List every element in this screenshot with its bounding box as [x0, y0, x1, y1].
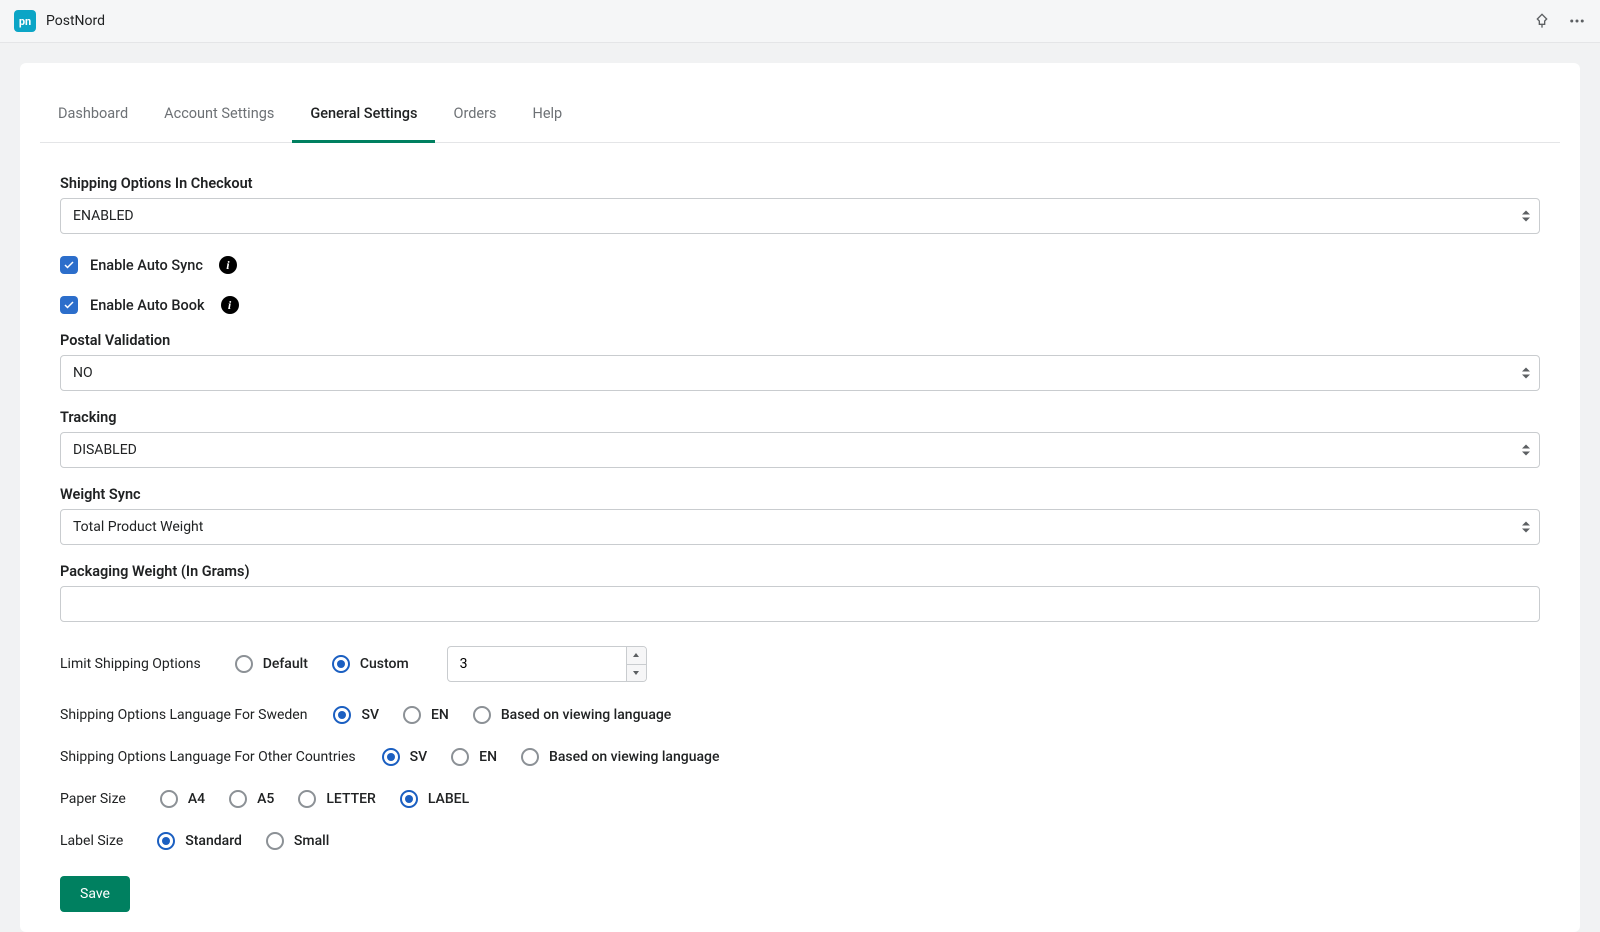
chevron-updown-icon [1522, 368, 1530, 379]
pin-icon[interactable] [1534, 13, 1550, 29]
info-icon[interactable]: i [221, 296, 239, 314]
postal-validation-label: Postal Validation [60, 332, 1540, 349]
auto-sync-label: Enable Auto Sync [90, 257, 203, 274]
more-icon[interactable] [1568, 12, 1586, 30]
chevron-updown-icon [1522, 445, 1530, 456]
tracking-label: Tracking [60, 409, 1540, 426]
shipping-options-select[interactable]: ENABLED [60, 198, 1540, 234]
weight-sync-label: Weight Sync [60, 486, 1540, 503]
limit-number-input[interactable] [447, 646, 647, 682]
lang-other-label: Shipping Options Language For Other Coun… [60, 749, 356, 765]
info-icon[interactable]: i [219, 256, 237, 274]
label-size-label: Label Size [60, 833, 123, 849]
label-standard-radio[interactable] [157, 832, 175, 850]
spinner-down[interactable] [627, 665, 646, 682]
lang-other-en-radio[interactable] [451, 748, 469, 766]
auto-book-row: Enable Auto Book i [60, 296, 1540, 314]
tab-bar: Dashboard Account Settings General Setti… [40, 63, 1560, 143]
tab-general-settings[interactable]: General Settings [292, 91, 435, 143]
lang-sweden-viewing-radio[interactable] [473, 706, 491, 724]
paper-letter-label: LETTER [326, 791, 376, 807]
app-title: PostNord [46, 13, 105, 29]
lang-sweden-sv-radio[interactable] [333, 706, 351, 724]
lang-sweden-label: Shipping Options Language For Sweden [60, 707, 307, 723]
label-small-radio[interactable] [266, 832, 284, 850]
form-area: Shipping Options In Checkout ENABLED Ena… [40, 143, 1560, 912]
tab-help[interactable]: Help [515, 91, 581, 143]
limit-shipping-label: Limit Shipping Options [60, 656, 201, 672]
auto-sync-row: Enable Auto Sync i [60, 256, 1540, 274]
lang-sweden-en-radio[interactable] [403, 706, 421, 724]
limit-custom-label: Custom [360, 656, 409, 672]
label-small-label: Small [294, 833, 329, 849]
tracking-select[interactable]: DISABLED [60, 432, 1540, 468]
label-size-row: Label Size Standard Small [60, 832, 1540, 850]
weight-sync-value: Total Product Weight [60, 509, 1540, 545]
lang-sweden-viewing-label: Based on viewing language [501, 707, 671, 723]
paper-label-radio[interactable] [400, 790, 418, 808]
shipping-options-value: ENABLED [60, 198, 1540, 234]
limit-default-radio[interactable] [235, 655, 253, 673]
title-bar-left: pn PostNord [14, 10, 105, 32]
lang-other-viewing-radio[interactable] [521, 748, 539, 766]
title-bar-actions [1534, 12, 1586, 30]
number-spinner [626, 647, 646, 681]
packaging-weight-input[interactable] [60, 586, 1540, 622]
title-bar: pn PostNord [0, 0, 1600, 43]
paper-a4-radio[interactable] [160, 790, 178, 808]
paper-a5-radio[interactable] [229, 790, 247, 808]
label-standard-label: Standard [185, 833, 242, 849]
tab-dashboard[interactable]: Dashboard [40, 91, 146, 143]
lang-other-sv-label: SV [410, 749, 428, 765]
limit-number-wrap [447, 646, 647, 682]
postal-validation-select[interactable]: NO [60, 355, 1540, 391]
limit-custom-radio[interactable] [332, 655, 350, 673]
lang-sweden-sv-label: SV [361, 707, 379, 723]
lang-sweden-en-label: EN [431, 707, 449, 723]
tab-orders[interactable]: Orders [435, 91, 514, 143]
spinner-up[interactable] [627, 647, 646, 665]
lang-other-en-label: EN [479, 749, 497, 765]
postal-validation-value: NO [60, 355, 1540, 391]
paper-a4-label: A4 [188, 791, 205, 807]
lang-sweden-row: Shipping Options Language For Sweden SV … [60, 706, 1540, 724]
chevron-updown-icon [1522, 522, 1530, 533]
lang-other-sv-radio[interactable] [382, 748, 400, 766]
auto-book-label: Enable Auto Book [90, 297, 205, 314]
tracking-value: DISABLED [60, 432, 1540, 468]
limit-shipping-row: Limit Shipping Options Default Custom [60, 646, 1540, 682]
limit-default-label: Default [263, 656, 308, 672]
paper-size-label: Paper Size [60, 791, 126, 807]
auto-sync-checkbox[interactable] [60, 256, 78, 274]
lang-other-viewing-label: Based on viewing language [549, 749, 719, 765]
paper-a5-label: A5 [257, 791, 274, 807]
shipping-options-label: Shipping Options In Checkout [60, 175, 1540, 192]
chevron-updown-icon [1522, 211, 1530, 222]
paper-size-row: Paper Size A4 A5 LETTER LABEL [60, 790, 1540, 808]
weight-sync-select[interactable]: Total Product Weight [60, 509, 1540, 545]
tab-account-settings[interactable]: Account Settings [146, 91, 292, 143]
packaging-weight-label: Packaging Weight (In Grams) [60, 563, 1540, 580]
save-button[interactable]: Save [60, 876, 130, 912]
lang-other-row: Shipping Options Language For Other Coun… [60, 748, 1540, 766]
app-icon: pn [14, 10, 36, 32]
paper-label-label: LABEL [428, 791, 469, 807]
auto-book-checkbox[interactable] [60, 296, 78, 314]
main-panel: Dashboard Account Settings General Setti… [20, 63, 1580, 932]
paper-letter-radio[interactable] [298, 790, 316, 808]
